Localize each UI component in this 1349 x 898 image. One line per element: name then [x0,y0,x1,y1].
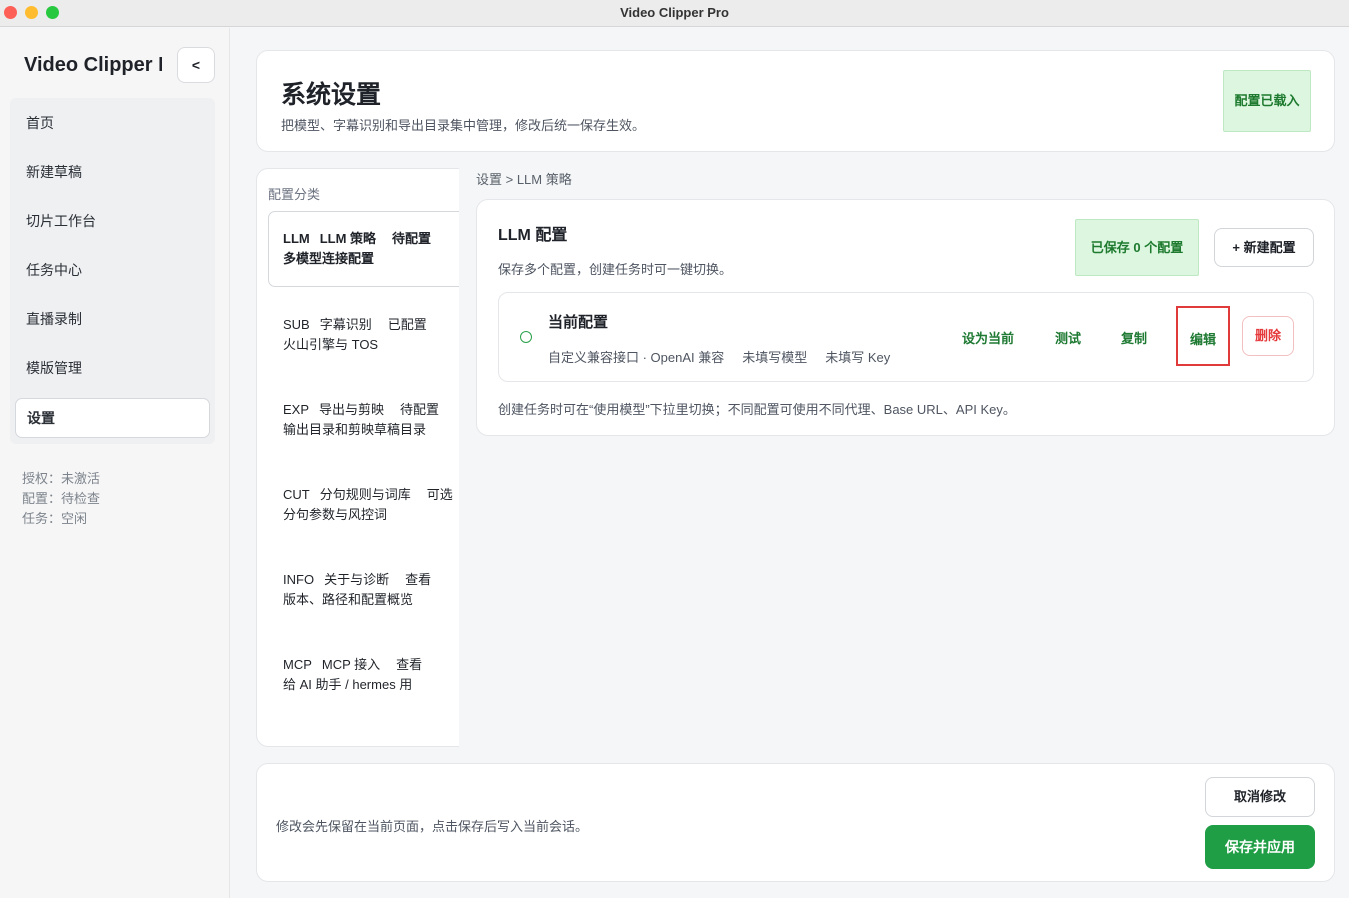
category-name: 导出与剪映 [319,402,385,417]
category-status: 待配置 [392,231,432,246]
category-status: 待配置 [400,402,440,417]
test-button[interactable]: 测试 [1055,328,1081,347]
category-item-sub[interactable]: SUB 字幕识别 已配置 火山引擎与 TOS [268,297,459,373]
edit-button-highlight[interactable]: 编辑 [1176,306,1230,366]
category-name: 分句规则与词库 [319,487,411,502]
category-code: INFO [283,572,315,587]
sidebar-item-home[interactable]: 首页 [10,103,215,143]
saved-count-badge: 已保存 0 个配置 [1075,219,1199,276]
category-panel: 配置分类 LLM LLM 策略 待配置 多模型连接配置 SUB 字幕识别 已配置 火山引… [256,168,459,747]
category-desc: 多模型连接配置 [283,251,375,266]
config-model: 未填写模型 [742,350,808,365]
save-and-apply-button[interactable]: 保存并应用 [1205,825,1315,869]
category-name: 字幕识别 [319,317,372,332]
delete-button[interactable]: 删除 [1242,316,1294,356]
category-desc: 分句参数与风控词 [283,507,388,522]
license-status: 授权：未激活 [22,471,101,486]
edit-button[interactable]: 编辑 [1178,329,1228,348]
footer-card: 修改会先保留在当前页面，点击保存后写入当前会话。 取消修改 保存并应用 [256,763,1335,882]
sidebar: Video Clipper Pro < 首页 新建草稿 切片工作台 任务中心 直… [0,28,230,898]
category-item-mcp[interactable]: MCP MCP 接入 查看 给 AI 助手 / hermes 用 [268,637,459,713]
category-desc: 版本、路径和配置概览 [283,592,414,607]
header-card: 系统设置 把模型、字幕识别和导出目录集中管理，修改后统一保存生效。 配置已载入 [256,50,1335,152]
sidebar-item-new-draft[interactable]: 新建草稿 [10,152,215,192]
page-title: 系统设置 [281,81,382,109]
sidebar-item-task-center[interactable]: 任务中心 [10,250,215,290]
llm-note: 创建任务时可在“使用模型”下拉里切换；不同配置可使用不同代理、Base URL、… [498,402,1016,417]
category-item-cut[interactable]: CUT 分句规则与词库 可选 分句参数与风控词 [268,467,459,543]
copy-button[interactable]: 复制 [1121,328,1147,347]
sidebar-item-templates[interactable]: 模版管理 [10,348,215,388]
category-item-llm[interactable]: LLM LLM 策略 待配置 多模型连接配置 [268,211,459,287]
category-desc: 火山引擎与 TOS [283,337,379,352]
config-loaded-badge: 配置已载入 [1223,70,1311,132]
cancel-changes-button[interactable]: 取消修改 [1205,777,1315,817]
config-status: 配置：待检查 [22,491,101,506]
category-desc: 输出目录和剪映草稿目录 [283,422,427,437]
breadcrumb: 设置 > LLM 策略 [476,172,572,187]
category-item-info[interactable]: INFO 关于与诊断 查看 版本、路径和配置概览 [268,552,459,628]
config-row: 当前配置 自定义兼容接口 · OpenAI 兼容 未填写模型 未填写 Key 设为当… [498,292,1314,382]
llm-section-desc: 保存多个配置，创建任务时可一键切换。 [498,262,733,277]
category-code: CUT [283,487,310,502]
category-name: 关于与诊断 [324,572,390,587]
current-config-radio[interactable] [520,331,532,343]
llm-config-card: LLM 配置 保存多个配置，创建任务时可一键切换。 已保存 0 个配置 + 新建… [476,199,1335,436]
category-item-exp[interactable]: EXP 导出与剪映 待配置 输出目录和剪映草稿目录 [268,382,459,458]
category-status: 查看 [396,657,423,672]
category-code: SUB [283,317,310,332]
category-status: 可选 [426,487,453,502]
category-panel-title: 配置分类 [268,187,321,202]
category-desc: 给 AI 助手 / hermes 用 [283,677,413,692]
sidebar-item-settings[interactable]: 设置 [15,398,210,438]
category-code: MCP [283,657,312,672]
set-current-button[interactable]: 设为当前 [962,328,1014,347]
page-subtitle: 把模型、字幕识别和导出目录集中管理，修改后统一保存生效。 [281,118,646,133]
category-code: EXP [283,402,310,417]
config-key: 未填写 Key [825,350,891,365]
collapse-sidebar-button[interactable]: < [177,47,215,83]
sidebar-nav: 首页 新建草稿 切片工作台 任务中心 直播录制 模版管理 设置 [10,98,215,444]
category-status: 查看 [405,572,432,587]
category-status: 已配置 [387,317,427,332]
llm-section-title: LLM 配置 [498,227,568,244]
category-name: LLM 策略 [319,231,377,246]
sidebar-item-live-recording[interactable]: 直播录制 [10,299,215,339]
config-name: 当前配置 [548,314,609,331]
category-name: MCP 接入 [321,657,381,672]
sidebar-item-clip-workbench[interactable]: 切片工作台 [10,201,215,241]
title-bar: Video Clipper Pro [0,0,1349,27]
app-name: Video Clipper Pro [24,54,162,76]
category-code: LLM [283,231,310,246]
task-status: 任务：空闲 [22,511,88,526]
window-title: Video Clipper Pro [620,5,729,20]
config-meta: 自定义兼容接口 · OpenAI 兼容 未填写模型 未填写 Key [548,347,908,366]
config-provider: 自定义兼容接口 · OpenAI 兼容 [548,350,725,365]
new-config-button[interactable]: + 新建配置 [1214,228,1314,267]
footer-note: 修改会先保留在当前页面，点击保存后写入当前会话。 [276,819,589,834]
